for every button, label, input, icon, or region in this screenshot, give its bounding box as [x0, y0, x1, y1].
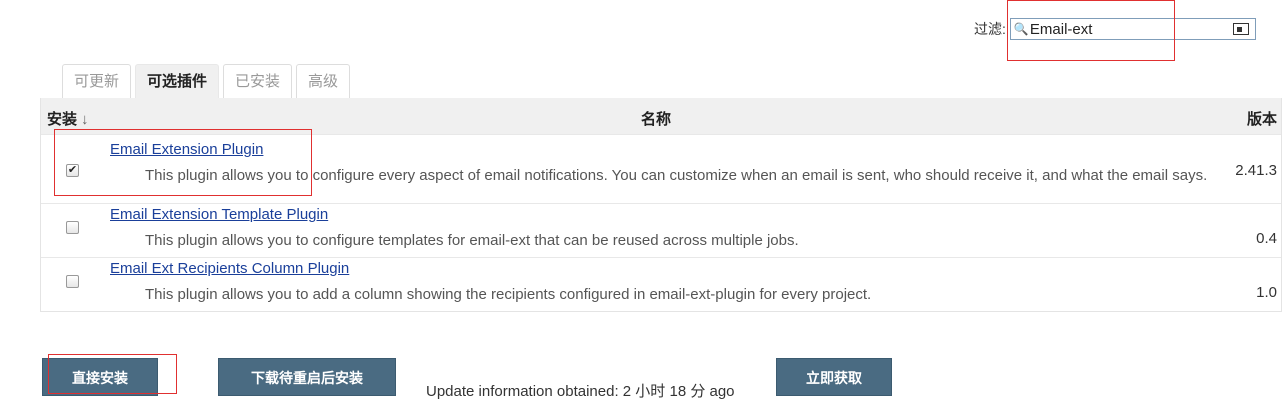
plugin-table: 安装 ↓ 名称 版本 ✔ Email Extension Plugin This …	[40, 98, 1282, 312]
tab-installed[interactable]: 已安装	[223, 64, 293, 98]
plugin-description: This plugin allows you to configure temp…	[145, 232, 799, 249]
update-info: Update information obtained: 2 小时 18 分 a…	[426, 383, 735, 400]
tab-available[interactable]: 可选插件	[135, 64, 220, 98]
header-install[interactable]: 安装 ↓	[47, 108, 89, 129]
id-card-icon[interactable]	[1232, 23, 1249, 35]
sort-arrow-icon: ↓	[81, 111, 89, 128]
table-row: Email Extension Template Plugin This plu…	[41, 203, 1281, 257]
table-row: Email Ext Recipients Column Plugin This …	[41, 257, 1281, 311]
install-checkbox[interactable]	[66, 221, 79, 234]
tab-advanced[interactable]: 高级	[296, 64, 351, 98]
plugin-version: 1.0	[1256, 284, 1277, 301]
tab-updates[interactable]: 可更新	[62, 64, 132, 98]
header-version[interactable]: 版本	[1247, 108, 1277, 129]
filter-area: 过滤: 🔍	[974, 18, 1256, 40]
plugin-link[interactable]: Email Extension Plugin	[110, 141, 263, 158]
plugin-link[interactable]: Email Extension Template Plugin	[110, 206, 328, 223]
search-icon: 🔍	[1013, 22, 1029, 36]
header-name[interactable]: 名称	[641, 108, 671, 129]
tab-bar: 可更新 可选插件 已安装 高级	[62, 64, 354, 98]
install-checkbox[interactable]	[66, 275, 79, 288]
plugin-description: This plugin allows you to configure ever…	[145, 167, 1208, 184]
table-row: ✔ Email Extension Plugin This plugin all…	[41, 134, 1281, 203]
install-now-button[interactable]: 直接安装	[42, 358, 158, 396]
plugin-link[interactable]: Email Ext Recipients Column Plugin	[110, 260, 349, 277]
plugin-version: 2.41.3	[1235, 162, 1277, 179]
plugin-version: 0.4	[1256, 230, 1277, 247]
check-now-button[interactable]: 立即获取	[776, 358, 892, 396]
filter-label: 过滤:	[974, 21, 1006, 37]
filter-box[interactable]: 🔍	[1009, 18, 1256, 40]
filter-input[interactable]	[1027, 20, 1212, 38]
plugin-description: This plugin allows you to add a column s…	[145, 286, 872, 303]
header-install-label: 安装	[47, 111, 78, 128]
table-header: 安装 ↓ 名称 版本	[41, 98, 1281, 134]
install-checkbox[interactable]: ✔	[66, 164, 79, 177]
download-restart-button[interactable]: 下载待重启后安装	[218, 358, 396, 396]
